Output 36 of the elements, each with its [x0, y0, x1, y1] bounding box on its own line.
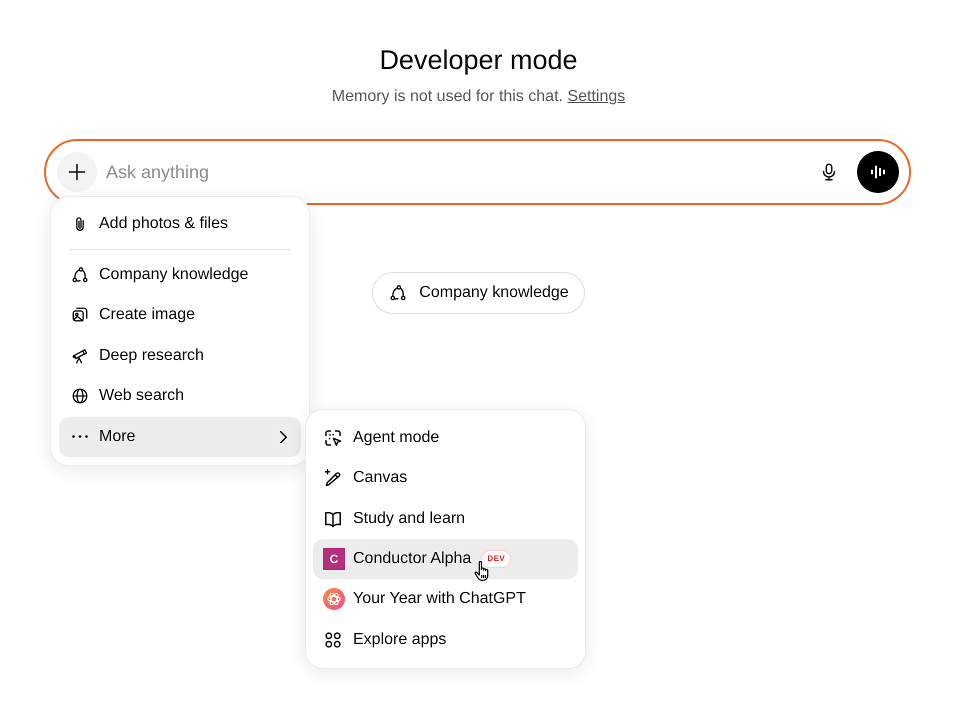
menu-item[interactable]: Web search — [59, 376, 301, 416]
menu-item[interactable]: Study and learn — [313, 498, 578, 539]
telescope-icon — [71, 346, 89, 365]
plus-icon — [67, 162, 87, 182]
circle-grid-icon — [323, 630, 343, 650]
atom-logo-icon — [323, 588, 345, 610]
memory-note: Memory is not used for this chat. Settings — [330, 87, 626, 107]
connected-nodes-icon — [71, 266, 89, 284]
dev-badge: DEV — [481, 550, 512, 568]
add-button[interactable] — [57, 152, 97, 192]
menu-item[interactable]: Explore apps — [313, 619, 578, 660]
connected-nodes-icon — [389, 284, 408, 302]
page-title: Developer mode — [378, 44, 579, 76]
menu-item[interactable]: Canvas — [313, 458, 578, 499]
menu-item[interactable]: More — [59, 416, 301, 457]
menu-item[interactable]: Create image — [59, 295, 301, 336]
pencil-sparkle-icon — [323, 468, 343, 488]
ellipsis-icon — [72, 435, 88, 438]
image-icon — [71, 306, 89, 324]
menu-item[interactable]: Deep research — [59, 336, 301, 376]
menu-item[interactable]: Agent mode — [313, 418, 578, 458]
menu-item[interactable]: C Conductor Alpha DEV — [313, 538, 578, 580]
app-avatar: C — [323, 548, 345, 570]
chevron-right-icon — [280, 430, 287, 443]
settings-link[interactable]: Settings — [567, 88, 626, 105]
menu-item[interactable]: Company knowledge — [59, 254, 301, 295]
message-field[interactable]: Ask anything — [44, 139, 911, 205]
waveform-icon — [870, 165, 886, 179]
menu-item[interactable]: Your Year with ChatGPT — [313, 579, 578, 620]
hand-cursor-icon — [473, 561, 490, 582]
company-knowledge-chip[interactable]: Company knowledge — [372, 272, 585, 314]
message-input[interactable]: Ask anything — [106, 158, 811, 186]
menu-item[interactable]: Add photos & files — [59, 204, 301, 244]
cursor-frame-icon — [323, 428, 343, 448]
globe-icon — [71, 387, 89, 406]
voice-mode-button[interactable] — [857, 151, 899, 193]
